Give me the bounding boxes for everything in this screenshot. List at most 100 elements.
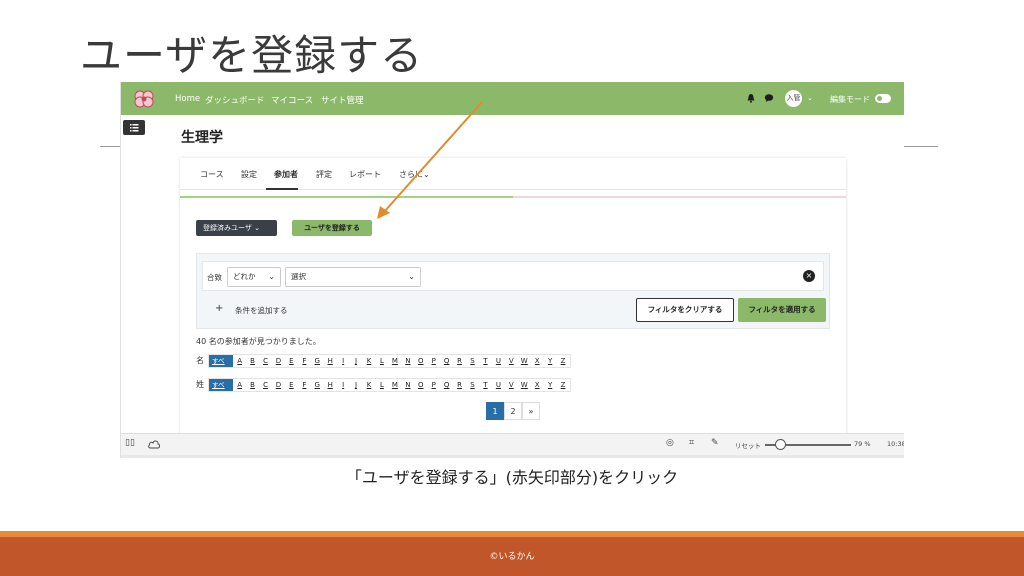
initial-letter-c[interactable]: C <box>259 379 272 391</box>
initial-letter-j[interactable]: J <box>350 355 363 367</box>
initial-letter-e[interactable]: E <box>285 379 298 391</box>
initial-letter-r[interactable]: R <box>453 355 466 367</box>
chevron-down-icon: ⌄ <box>268 272 275 281</box>
initial-letter-y[interactable]: Y <box>544 379 557 391</box>
initial-letter-g[interactable]: G <box>311 379 324 391</box>
initial-letter-p[interactable]: P <box>427 379 440 391</box>
chevron-down-icon[interactable]: ⌄ <box>807 94 813 102</box>
initial-letter-d[interactable]: D <box>272 379 285 391</box>
next-page-button[interactable]: » <box>522 402 540 420</box>
zoom-slider-handle[interactable] <box>775 439 786 450</box>
initial-letter-s[interactable]: S <box>466 379 479 391</box>
site-logo-icon[interactable] <box>131 89 157 109</box>
header-strip <box>180 196 846 198</box>
initial-letter-x[interactable]: X <box>531 355 544 367</box>
clear-filters-button[interactable]: フィルタをクリアする <box>636 298 734 322</box>
tab-reports[interactable]: レポート <box>349 169 381 180</box>
initial-letter-w[interactable]: W <box>518 379 531 391</box>
add-condition-button[interactable]: 条件を追加する <box>235 305 288 316</box>
initial-letter-p[interactable]: P <box>427 355 440 367</box>
top-navbar: Home ダッシュボード マイコース サイト管理 入管 ⌄ 編集モード <box>121 82 904 115</box>
initial-letter-n[interactable]: N <box>401 379 414 391</box>
initial-letter-c[interactable]: C <box>259 355 272 367</box>
nav-link-home[interactable]: Home <box>175 94 200 104</box>
tab-participants[interactable]: 参加者 <box>274 169 298 180</box>
strip-pink <box>513 196 846 198</box>
zoom-reset-button[interactable]: リセット <box>735 440 761 450</box>
initial-letter-n[interactable]: N <box>401 355 414 367</box>
page-1-button[interactable]: 1 <box>486 402 504 420</box>
register-user-button[interactable]: ユーザを登録する <box>292 220 372 236</box>
initial-letter-l[interactable]: L <box>375 379 388 391</box>
initial-letter-o[interactable]: O <box>414 355 427 367</box>
initial-letter-s[interactable]: S <box>466 355 479 367</box>
edit-mode-toggle[interactable] <box>875 94 891 103</box>
initial-letter-f[interactable]: F <box>298 379 311 391</box>
initial-letter-x[interactable]: X <box>531 379 544 391</box>
initial-letter-d[interactable]: D <box>272 355 285 367</box>
tab-grades[interactable]: 評定 <box>316 169 332 180</box>
tab-course[interactable]: コース <box>200 169 224 180</box>
apply-filters-button[interactable]: フィルタを適用する <box>738 298 826 322</box>
initial-letter-i[interactable]: I <box>337 379 350 391</box>
initial-letter-f[interactable]: F <box>298 355 311 367</box>
plus-icon[interactable]: + <box>215 303 223 314</box>
initial-letter-q[interactable]: Q <box>440 355 453 367</box>
user-avatar[interactable]: 入管 <box>785 90 802 107</box>
capture-icon[interactable]: ⌗ <box>689 438 694 448</box>
cropped-taskbar-edge <box>121 455 904 458</box>
tab-more[interactable]: さらに⌄ <box>399 169 430 180</box>
initial-letter-v[interactable]: V <box>505 379 518 391</box>
chevron-down-icon: ⌄ <box>254 224 260 232</box>
initial-letter-e[interactable]: E <box>285 355 298 367</box>
enrolled-users-dropdown[interactable]: 登録済みユーザ ⌄ <box>196 220 277 236</box>
initial-letter-z[interactable]: Z <box>557 355 570 367</box>
close-icon[interactable]: × <box>803 270 815 282</box>
bell-icon[interactable] <box>746 93 756 103</box>
initial-letter-m[interactable]: M <box>388 355 401 367</box>
moodle-screenshot: Home ダッシュボード マイコース サイト管理 入管 ⌄ 編集モード 生理学 … <box>120 82 904 458</box>
nav-link-site-admin[interactable]: サイト管理 <box>321 94 364 106</box>
initial-letter-w[interactable]: W <box>518 355 531 367</box>
initial-letter-k[interactable]: K <box>363 355 376 367</box>
initial-all[interactable]: すべて <box>209 379 234 401</box>
initial-letter-b[interactable]: B <box>246 379 259 391</box>
initial-letter-r[interactable]: R <box>453 379 466 391</box>
nav-link-my-courses[interactable]: マイコース <box>271 94 313 106</box>
nav-link-dashboard[interactable]: ダッシュボード <box>205 94 265 106</box>
cloud-icon[interactable] <box>147 439 161 449</box>
first-name-letter-bar: すべて ABCDEFGHIJKLMNOPQRSTUVWXYZ <box>208 354 571 377</box>
initial-letter-l[interactable]: L <box>375 355 388 367</box>
initial-all[interactable]: すべて <box>209 355 234 377</box>
split-view-icon[interactable]: ▯▯ <box>125 438 135 448</box>
initial-letter-j[interactable]: J <box>350 379 363 391</box>
initial-letter-u[interactable]: U <box>492 379 505 391</box>
initial-letter-h[interactable]: H <box>324 379 337 391</box>
initial-letter-z[interactable]: Z <box>557 379 570 391</box>
initial-letter-u[interactable]: U <box>492 355 505 367</box>
initial-letter-m[interactable]: M <box>388 379 401 391</box>
initial-letter-b[interactable]: B <box>246 355 259 367</box>
slide-title: ユーザを登録する <box>80 31 424 80</box>
filter-type-select[interactable]: 選択 ⌄ <box>285 267 421 287</box>
initial-letter-v[interactable]: V <box>505 355 518 367</box>
initial-letter-a[interactable]: A <box>233 355 246 367</box>
initial-letter-t[interactable]: T <box>479 355 492 367</box>
initial-letter-q[interactable]: Q <box>440 379 453 391</box>
chevron-down-icon: ⌄ <box>423 170 430 179</box>
clipboard-icon[interactable]: ✎ <box>711 438 719 448</box>
initial-letter-o[interactable]: O <box>414 379 427 391</box>
screenshot-icon[interactable]: ◎ <box>666 438 674 448</box>
initial-letter-i[interactable]: I <box>337 355 350 367</box>
initial-letter-t[interactable]: T <box>479 379 492 391</box>
initial-letter-k[interactable]: K <box>363 379 376 391</box>
course-index-toggle[interactable] <box>123 120 145 135</box>
initial-letter-g[interactable]: G <box>311 355 324 367</box>
tab-settings[interactable]: 設定 <box>241 169 257 180</box>
initial-letter-h[interactable]: H <box>324 355 337 367</box>
page-2-button[interactable]: 2 <box>504 402 522 420</box>
chat-icon[interactable] <box>764 93 774 103</box>
match-select[interactable]: どれか ⌄ <box>227 267 281 287</box>
initial-letter-a[interactable]: A <box>233 379 246 391</box>
initial-letter-y[interactable]: Y <box>544 355 557 367</box>
